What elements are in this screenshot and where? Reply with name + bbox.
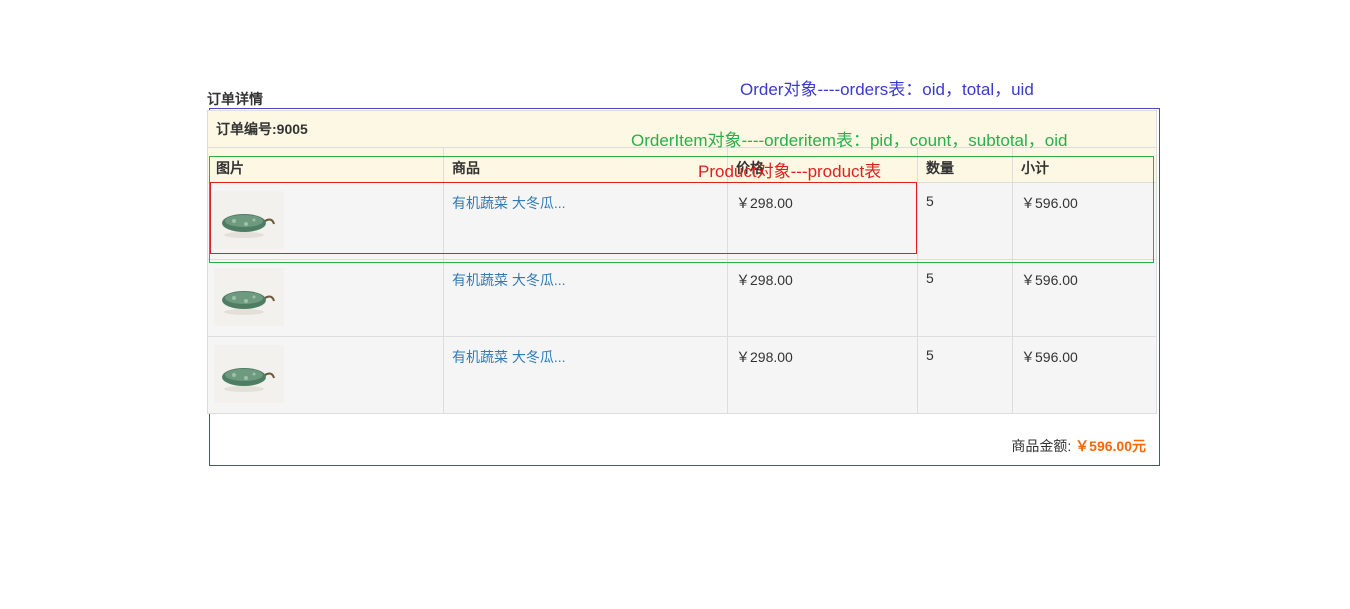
quantity-cell: 5 bbox=[917, 336, 1013, 414]
product-image[interactable] bbox=[214, 345, 284, 403]
orderitem-annotation-label: OrderItem对象----orderitem表：pid，count，subt… bbox=[631, 131, 1068, 150]
product-link[interactable]: 有机蔬菜 大冬瓜... bbox=[452, 349, 566, 365]
product-image[interactable] bbox=[214, 268, 284, 326]
order-total-amount: ￥596.00元 bbox=[1075, 438, 1146, 454]
product-image-cell bbox=[207, 336, 444, 414]
page-title: 订单详情 bbox=[207, 91, 263, 107]
order-total-label: 商品金额: bbox=[1011, 438, 1072, 454]
product-link[interactable]: 有机蔬菜 大冬瓜... bbox=[452, 272, 566, 288]
order-total: 商品金额: ￥596.00元 bbox=[1011, 436, 1146, 456]
order-annotation-label: Order对象----orders表：oid，total，uid bbox=[740, 80, 1034, 99]
price-cell: ￥298.00 bbox=[727, 259, 918, 337]
quantity-cell: 5 bbox=[917, 259, 1013, 337]
product-annotation-label: Product对象---product表 bbox=[698, 162, 882, 181]
product-annotation-box bbox=[210, 182, 917, 254]
table-row: 有机蔬菜 大冬瓜... ￥298.00 5 ￥596.00 bbox=[207, 259, 1158, 337]
table-row: 有机蔬菜 大冬瓜... ￥298.00 5 ￥596.00 bbox=[207, 336, 1158, 414]
price-cell: ￥298.00 bbox=[727, 336, 918, 414]
product-image-cell bbox=[207, 259, 444, 337]
subtotal-cell: ￥596.00 bbox=[1011, 336, 1158, 414]
subtotal-cell: ￥596.00 bbox=[1011, 259, 1158, 337]
product-name-cell: 有机蔬菜 大冬瓜... bbox=[443, 259, 728, 337]
product-name-cell: 有机蔬菜 大冬瓜... bbox=[443, 336, 728, 414]
